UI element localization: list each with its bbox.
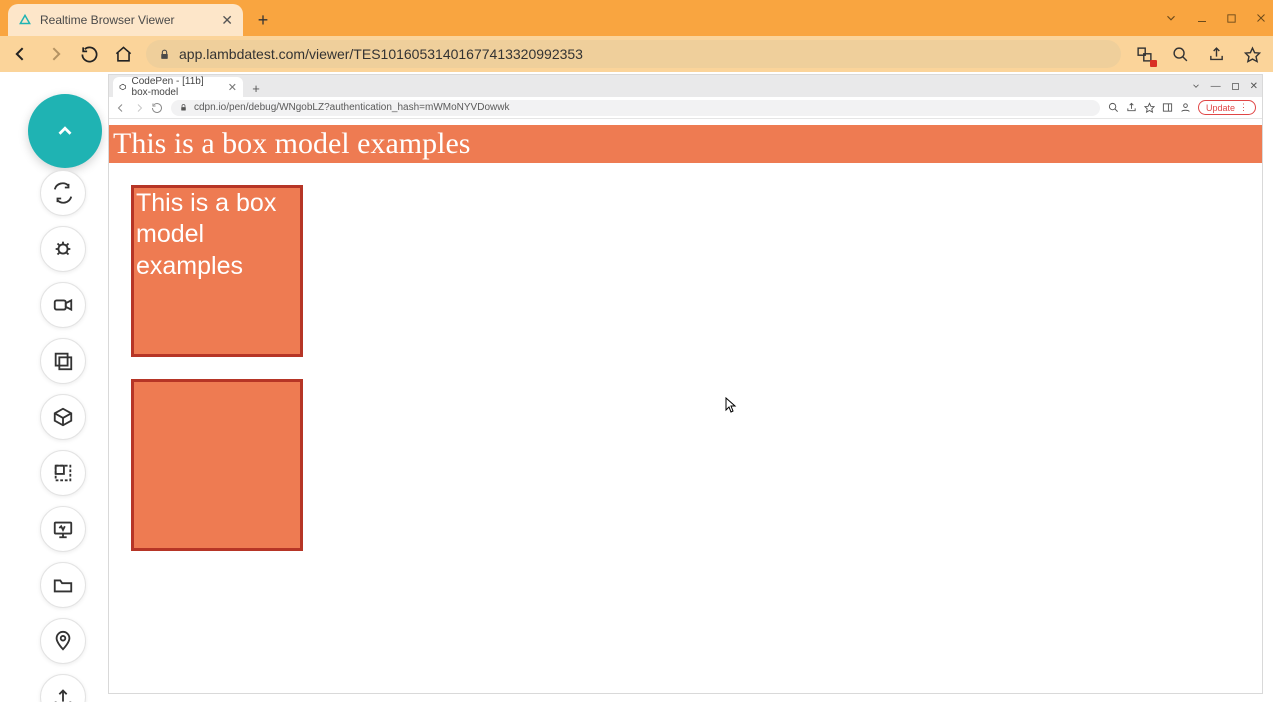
inner-chevron-down-icon[interactable] bbox=[1191, 81, 1201, 91]
outer-window-controls bbox=[1164, 0, 1267, 36]
inner-maximize-icon[interactable] bbox=[1231, 82, 1240, 91]
rendered-page[interactable]: This is a box model examples This is a b… bbox=[109, 119, 1262, 693]
inner-nav-back-icon[interactable] bbox=[115, 102, 127, 114]
outer-tab-strip: Realtime Browser Viewer ✕ + bbox=[0, 0, 1273, 36]
close-window-icon[interactable] bbox=[1255, 12, 1267, 24]
lt-tool-sidebar bbox=[40, 170, 86, 702]
star-icon[interactable] bbox=[1241, 43, 1263, 65]
inner-reload-icon[interactable] bbox=[151, 102, 163, 114]
box-1-text: This is a box model examples bbox=[136, 189, 276, 280]
outer-tab-title: Realtime Browser Viewer bbox=[40, 13, 175, 27]
zoom-icon[interactable] bbox=[1169, 43, 1191, 65]
lt-collapse-fab[interactable] bbox=[28, 94, 102, 168]
cube-button[interactable] bbox=[40, 394, 86, 440]
kebab-icon: ⋮ bbox=[1239, 102, 1248, 113]
switch-browser-button[interactable] bbox=[40, 170, 86, 216]
cube-icon bbox=[52, 406, 74, 428]
inner-update-label: Update bbox=[1206, 103, 1235, 113]
outer-toolbar: app.lambdatest.com/viewer/TES10160531401… bbox=[0, 36, 1273, 72]
minimize-icon[interactable] bbox=[1196, 12, 1208, 24]
inner-star-icon[interactable] bbox=[1144, 102, 1155, 113]
codepen-favicon-icon bbox=[119, 82, 127, 92]
inner-tab-title: CodePen - [11b] box-model bbox=[132, 76, 223, 98]
nav-forward-icon bbox=[44, 43, 66, 65]
inner-zoom-icon[interactable] bbox=[1108, 102, 1119, 113]
home-icon[interactable] bbox=[112, 43, 134, 65]
inner-close-tab-icon[interactable]: ✕ bbox=[228, 81, 237, 94]
viewer-surface: CodePen - [11b] box-model ✕ + — ✕ cdpn.i… bbox=[0, 72, 1273, 702]
inner-url-text: cdpn.io/pen/debug/WNgobLZ?authentication… bbox=[194, 102, 509, 113]
map-pin-icon bbox=[52, 630, 74, 652]
box-model-example-1: This is a box model examples bbox=[131, 185, 303, 357]
lambdatest-favicon-icon bbox=[18, 13, 32, 27]
resolution-button[interactable] bbox=[40, 450, 86, 496]
inner-new-tab-button[interactable]: + bbox=[247, 81, 265, 96]
reload-icon[interactable] bbox=[78, 43, 100, 65]
files-button[interactable] bbox=[40, 562, 86, 608]
inner-minimize-icon[interactable]: — bbox=[1211, 81, 1221, 92]
translate-icon[interactable] bbox=[1133, 43, 1155, 65]
inner-nav-forward-icon bbox=[133, 102, 145, 114]
inner-panel-icon[interactable] bbox=[1162, 102, 1173, 113]
swap-icon bbox=[52, 182, 74, 204]
chevron-down-icon[interactable] bbox=[1164, 11, 1178, 25]
inner-toolbar: cdpn.io/pen/debug/WNgobLZ?authentication… bbox=[109, 97, 1262, 119]
inner-address-bar[interactable]: cdpn.io/pen/debug/WNgobLZ?authentication… bbox=[171, 100, 1100, 116]
inner-close-icon[interactable]: ✕ bbox=[1250, 81, 1258, 92]
bug-icon bbox=[52, 238, 74, 260]
close-tab-icon[interactable]: ✕ bbox=[221, 12, 233, 29]
gallery-icon bbox=[52, 350, 74, 372]
inner-profile-icon[interactable] bbox=[1180, 102, 1191, 113]
video-icon bbox=[52, 294, 74, 316]
outer-url-text: app.lambdatest.com/viewer/TES10160531401… bbox=[179, 46, 583, 62]
maximize-icon[interactable] bbox=[1226, 13, 1237, 24]
upload-button[interactable] bbox=[40, 674, 86, 702]
new-tab-button[interactable]: + bbox=[249, 6, 277, 34]
devtools-button[interactable] bbox=[40, 506, 86, 552]
inner-update-button[interactable]: Update ⋮ bbox=[1198, 100, 1256, 115]
page-banner-heading: This is a box model examples bbox=[109, 125, 1262, 163]
resize-grid-icon bbox=[52, 462, 74, 484]
inner-browser-tab[interactable]: CodePen - [11b] box-model ✕ bbox=[113, 77, 243, 97]
outer-browser-tab[interactable]: Realtime Browser Viewer ✕ bbox=[8, 4, 243, 36]
inner-tab-strip: CodePen - [11b] box-model ✕ + — ✕ bbox=[109, 75, 1262, 97]
mark-bug-button[interactable] bbox=[40, 226, 86, 272]
inner-share-icon[interactable] bbox=[1126, 102, 1137, 113]
gallery-button[interactable] bbox=[40, 338, 86, 384]
upload-icon bbox=[52, 686, 74, 702]
outer-address-bar[interactable]: app.lambdatest.com/viewer/TES10160531401… bbox=[146, 40, 1121, 68]
inner-window-controls: — ✕ bbox=[1191, 75, 1258, 97]
monitor-icon bbox=[52, 518, 74, 540]
mouse-cursor-icon bbox=[725, 397, 737, 413]
inner-lock-icon bbox=[179, 103, 188, 112]
folder-icon bbox=[52, 574, 74, 596]
outer-toolbar-right bbox=[1133, 43, 1263, 65]
share-icon[interactable] bbox=[1205, 43, 1227, 65]
nav-back-icon[interactable] bbox=[10, 43, 32, 65]
remote-browser-window: CodePen - [11b] box-model ✕ + — ✕ cdpn.i… bbox=[108, 74, 1263, 694]
box-model-example-2 bbox=[131, 379, 303, 551]
lock-icon bbox=[158, 48, 171, 61]
inner-toolbar-right: Update ⋮ bbox=[1108, 100, 1256, 115]
record-video-button[interactable] bbox=[40, 282, 86, 328]
chevron-up-icon bbox=[54, 120, 76, 142]
geolocation-button[interactable] bbox=[40, 618, 86, 664]
